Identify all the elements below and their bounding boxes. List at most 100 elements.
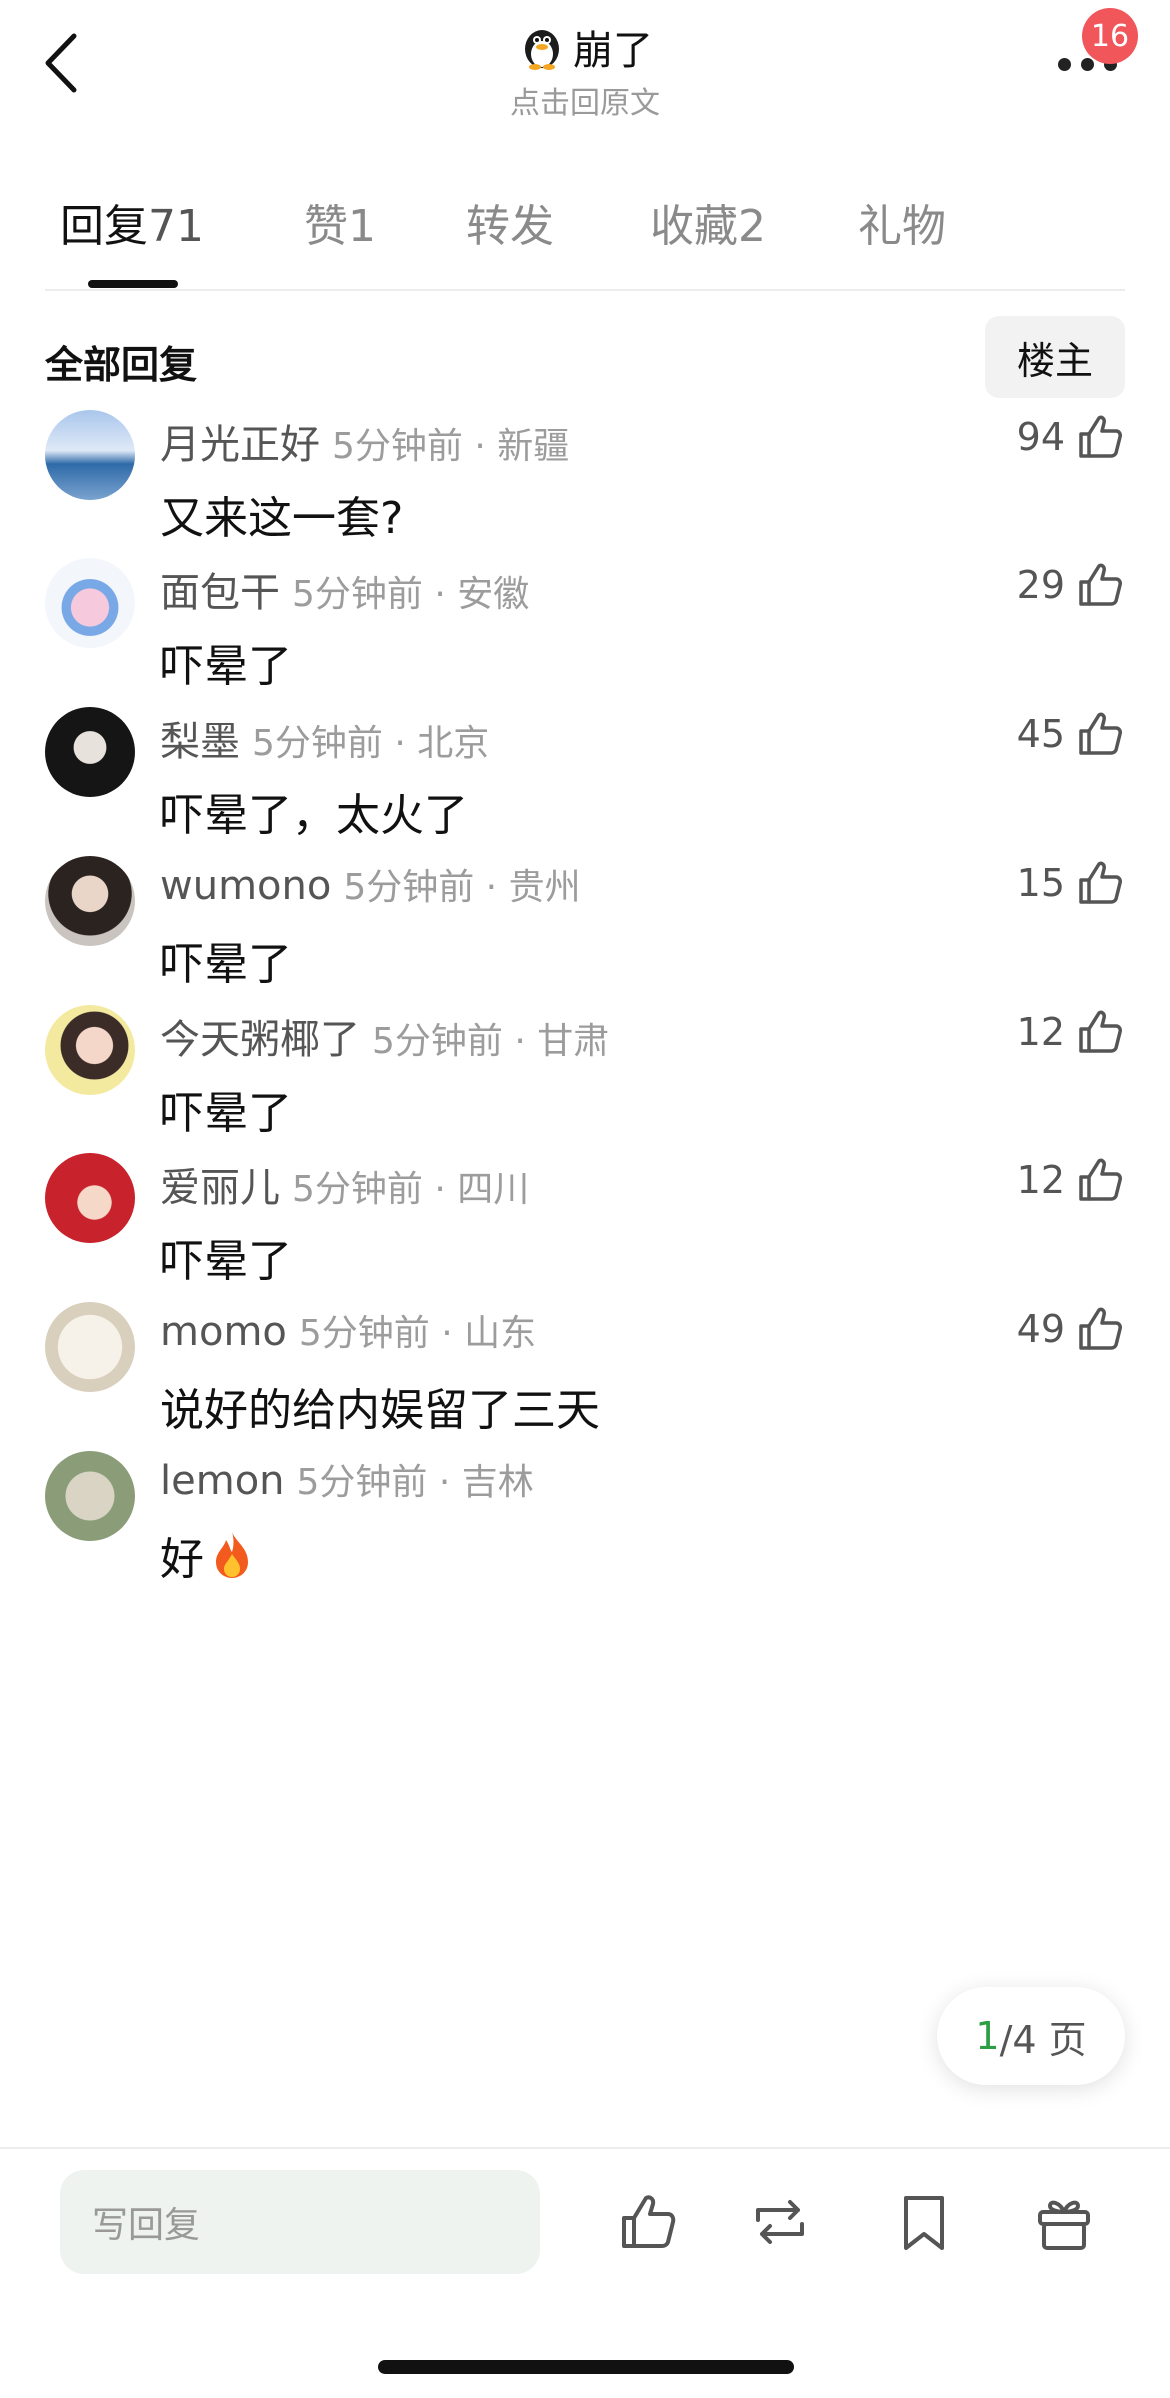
commenter-name[interactable]: wumono [160,863,331,909]
repost-icon [756,2200,804,2244]
commenter-name[interactable]: 月光正好 [160,422,320,468]
reply-input[interactable]: 写回复 [60,2170,540,2274]
comment-item[interactable]: lemon 5分钟前 · 吉林好 [0,1451,1170,1679]
tab-reposts-label: 转发 [466,201,554,252]
like-button[interactable] [616,2190,680,2254]
bookmark-icon [904,2196,944,2250]
comment-text-content: 好 [160,1534,204,1585]
avatar[interactable] [45,558,135,648]
comment-meta: lemon 5分钟前 · 吉林 [160,1453,534,1505]
thumbs-up-icon [622,2195,676,2248]
back-to-original-link[interactable]: 点击回原文 [0,78,1170,122]
comment-meta: 今天粥椰了 5分钟前 · 甘肃 [160,1007,609,1065]
more-button[interactable]: 16 [1050,8,1138,90]
repost-button[interactable] [748,2190,812,2254]
fire-icon [216,1532,248,1578]
comment-like-button[interactable]: 49 [1017,1304,1125,1354]
tab-favorites-count: 2 [738,201,766,252]
page-current: 1 [975,2014,1000,2058]
comment-text-content: 吓晕了 [160,1236,292,1287]
title-block[interactable]: 崩了 点击回原文 [0,18,1170,122]
commenter-name[interactable]: 面包干 [160,570,280,616]
comment-like-button[interactable]: 94 [1017,412,1125,462]
commenter-name[interactable]: momo [160,1309,287,1355]
like-count: 15 [1016,861,1065,905]
comment-text: 说好的给内娱留了三天 [160,1374,600,1438]
comment-time-location: 5分钟前 · 新疆 [332,426,570,467]
avatar[interactable] [45,1451,135,1541]
thumbs-up-icon [1079,415,1122,458]
top-nav-bar: 崩了 点击回原文 16 [0,0,1170,130]
comment-time-location: 5分钟前 · 北京 [252,723,490,764]
like-count: 49 [1016,1307,1065,1351]
comment-meta: 面包干 5分钟前 · 安徽 [160,560,529,618]
commenter-name[interactable]: lemon [160,1458,285,1504]
comment-text-content: 吓晕了 [160,1088,292,1139]
avatar[interactable] [45,1005,135,1095]
thumbs-up-icon [1079,1010,1122,1053]
pagination-indicator[interactable]: 1/4 页 [937,1987,1125,2085]
thumbs-up-icon [1079,1307,1122,1350]
active-tab-indicator [88,280,178,288]
tab-replies-count: 71 [148,201,204,252]
comment-time-location: 5分钟前 · 吉林 [296,1462,534,1503]
section-title: 全部回复 [45,343,198,387]
comment-time-location: 5分钟前 · 山东 [298,1313,537,1354]
gift-button[interactable] [1032,2190,1096,2254]
comment-meta: 爱丽儿 5分钟前 · 四川 [160,1155,529,1213]
comment-like-button[interactable]: 45 [1017,709,1125,759]
comment-text-content: 吓晕了，太火了 [160,790,468,841]
thumbs-up-icon [1079,1158,1122,1201]
comment-like-button[interactable]: 29 [1017,560,1125,610]
post-title: 崩了 [573,28,653,74]
tab-favorites[interactable]: 收藏2 [650,190,766,270]
like-count: 45 [1016,712,1065,756]
commenter-name[interactable]: 爱丽儿 [160,1165,280,1211]
comment-like-button[interactable]: 12 [1017,1155,1125,1205]
notification-badge: 16 [1082,8,1138,64]
tab-likes-label: 赞 [304,201,348,252]
tab-replies[interactable]: 回复71 [60,190,204,270]
comment-text: 吓晕了 [160,630,292,694]
home-indicator [378,2360,794,2374]
tab-likes-count: 1 [348,201,376,252]
tab-bar: 回复71 赞1 转发 收藏2 礼物 [60,190,946,288]
comment-meta: momo 5分钟前 · 山东 [160,1304,536,1356]
comment-text-content: 说好的给内娱留了三天 [160,1385,600,1436]
commenter-name[interactable]: 今天粥椰了 [160,1017,360,1063]
avatar[interactable] [45,410,135,500]
avatar[interactable] [45,1302,135,1392]
tab-gifts-label: 礼物 [858,201,946,252]
thumbs-up-icon [1079,563,1122,606]
comment-time-location: 5分钟前 · 安徽 [292,574,530,615]
comment-text-content: 吓晕了 [160,641,292,692]
comment-text-content: 又来这一套? [160,493,404,544]
comment-meta: 月光正好 5分钟前 · 新疆 [160,412,569,470]
like-count: 94 [1016,415,1065,459]
commenter-name[interactable]: 梨墨 [160,719,240,765]
comment-text: 吓晕了 [160,1077,292,1141]
op-only-button[interactable]: 楼主 [985,316,1125,398]
avatar[interactable] [45,707,135,797]
comment-time-location: 5分钟前 · 贵州 [343,867,581,908]
favorite-button[interactable] [892,2190,956,2254]
avatar[interactable] [45,856,135,946]
tab-favorites-label: 收藏 [650,201,738,252]
like-count: 12 [1016,1010,1065,1054]
divider [0,2147,1170,2149]
penguin-icon [525,30,559,70]
like-count: 12 [1016,1158,1065,1202]
comment-meta: wumono 5分钟前 · 贵州 [160,858,581,910]
comment-text: 吓晕了 [160,1225,292,1289]
comment-text: 又来这一套? [160,482,403,546]
tab-likes[interactable]: 赞1 [304,190,376,270]
comment-like-button[interactable]: 15 [1017,858,1125,908]
comment-text: 好 [160,1523,254,1587]
thumbs-up-icon [1079,861,1122,904]
tab-gifts[interactable]: 礼物 [858,190,946,270]
tab-reposts[interactable]: 转发 [466,190,554,270]
divider [45,289,1125,291]
avatar[interactable] [45,1153,135,1243]
comment-like-button[interactable]: 12 [1017,1007,1125,1057]
page-total: /4 页 [999,2017,1087,2062]
